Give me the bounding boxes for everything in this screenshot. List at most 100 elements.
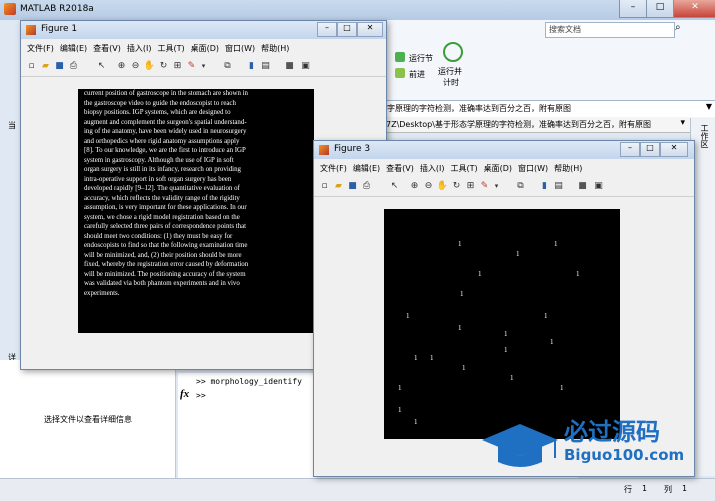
menu-window[interactable]: 窗口(W) xyxy=(518,163,548,174)
run-section-button[interactable]: 运行节 xyxy=(409,53,433,64)
search-icon[interactable]: ⌕ xyxy=(675,22,681,33)
figure1-titlebar[interactable]: Figure 1 – □ ✕ xyxy=(21,21,386,39)
zoom-out-icon[interactable]: ⊖ xyxy=(422,180,435,193)
link-plot-icon[interactable]: ⧉ xyxy=(221,60,234,73)
menu-file[interactable]: 文件(F) xyxy=(320,163,347,174)
print-icon[interactable]: ⎙ xyxy=(67,60,80,73)
pan-icon[interactable]: ✋ xyxy=(143,60,156,73)
dropdown-icon[interactable]: ▾ xyxy=(680,118,685,128)
paper-text-line: carefully selected three pairs of corres… xyxy=(84,223,247,230)
function-browser-icon[interactable]: fx xyxy=(180,388,189,400)
menu-desktop[interactable]: 桌面(D) xyxy=(484,163,512,174)
figure-icon xyxy=(319,145,329,155)
maximize-button[interactable]: □ xyxy=(640,142,660,157)
morphology-result-image: 1 1 1 1 1 1 1 1 1 1 1 1 1 1 1 1 1 1 1 1 xyxy=(384,209,620,439)
chevron-down-icon[interactable]: ▼ xyxy=(706,102,712,111)
legend-icon[interactable]: ▤ xyxy=(552,180,565,193)
menu-help[interactable]: 帮助(H) xyxy=(554,163,582,174)
zoom-in-icon[interactable]: ⊕ xyxy=(115,60,128,73)
save-icon[interactable]: ■ xyxy=(346,180,359,193)
advance-icon xyxy=(395,68,405,78)
watermark-url: Biguo100.com xyxy=(564,446,684,464)
detected-mark: 1 xyxy=(414,418,418,426)
brush-dropdown-icon[interactable]: ▾ xyxy=(197,60,210,73)
menu-edit[interactable]: 编辑(E) xyxy=(353,163,380,174)
menu-tools[interactable]: 工具(T) xyxy=(450,163,477,174)
new-figure-icon[interactable]: ▫ xyxy=(25,60,38,73)
run-and-time-button-line1[interactable]: 运行并 xyxy=(438,66,462,77)
print-icon[interactable]: ⎙ xyxy=(360,180,373,193)
show-plot-tools-icon[interactable]: ▣ xyxy=(592,180,605,193)
menu-edit[interactable]: 编辑(E) xyxy=(60,43,87,54)
matlab-logo-icon xyxy=(4,3,16,15)
data-cursor-icon[interactable]: ⊞ xyxy=(171,60,184,73)
detected-mark: 1 xyxy=(504,346,508,354)
minimize-button[interactable]: – xyxy=(317,22,337,37)
maximize-button[interactable]: □ xyxy=(337,22,357,37)
zoom-out-icon[interactable]: ⊖ xyxy=(129,60,142,73)
legend-icon[interactable]: ▤ xyxy=(259,60,272,73)
menu-window[interactable]: 窗口(W) xyxy=(225,43,255,54)
minimize-button[interactable]: – xyxy=(620,142,640,157)
detected-mark: 1 xyxy=(398,384,402,392)
current-folder-dropdown[interactable]: 字原理的字符检测，准确率达到百分之百，附有原图 ▼ xyxy=(383,100,715,118)
hide-plot-tools-icon[interactable]: ■ xyxy=(576,180,589,193)
status-bar: 行 1 列 1 xyxy=(0,478,715,501)
pan-icon[interactable]: ✋ xyxy=(436,180,449,193)
menu-file[interactable]: 文件(F) xyxy=(27,43,54,54)
status-row-label: 行 xyxy=(624,485,632,494)
folder-path-text: 7Z\Desktop\基于形态学原理的字符检测，准确率达到百分之百，附有原图 xyxy=(386,120,651,129)
current-folder-text: 字原理的字符检测，准确率达到百分之百，附有原图 xyxy=(387,104,571,113)
detected-mark: 1 xyxy=(398,406,402,414)
figure3-titlebar[interactable]: Figure 3 – □ ✕ xyxy=(314,141,694,159)
graduation-cap-icon xyxy=(482,424,558,456)
menu-tools[interactable]: 工具(T) xyxy=(157,43,184,54)
search-input[interactable]: 搜索文档 xyxy=(545,22,675,38)
paper-text-line: was validated via both phantom experimen… xyxy=(84,280,240,287)
open-file-icon[interactable]: ▰ xyxy=(39,60,52,73)
detected-mark: 1 xyxy=(462,364,466,372)
zoom-in-icon[interactable]: ⊕ xyxy=(408,180,421,193)
data-cursor-icon[interactable]: ⊞ xyxy=(464,180,477,193)
close-button[interactable]: ✕ xyxy=(673,0,715,18)
colorbar-icon[interactable]: ▮ xyxy=(245,60,258,73)
paper-text-line: accuracy, which reflects the validity ra… xyxy=(84,194,240,202)
rotate-icon[interactable]: ↻ xyxy=(157,60,170,73)
link-plot-icon[interactable]: ⧉ xyxy=(514,180,527,193)
workspace-tab[interactable]: 工作区 xyxy=(699,124,710,148)
paper-text-line: and orthopedics where rigid anatomy assu… xyxy=(84,137,240,145)
command-history-line: >> morphology_identify xyxy=(196,377,302,386)
paper-text-line: assumption, is very important for these … xyxy=(84,204,247,211)
hide-plot-tools-icon[interactable]: ■ xyxy=(283,60,296,73)
run-section-icon xyxy=(395,52,405,62)
close-button[interactable]: ✕ xyxy=(660,142,688,157)
figure-icon xyxy=(26,25,36,35)
new-figure-icon[interactable]: ▫ xyxy=(318,180,331,193)
open-file-icon[interactable]: ▰ xyxy=(332,180,345,193)
menu-view[interactable]: 查看(V) xyxy=(93,43,121,54)
detected-mark: 1 xyxy=(550,338,554,346)
advance-button[interactable]: 前进 xyxy=(409,69,425,80)
menu-insert[interactable]: 插入(I) xyxy=(127,43,152,54)
minimize-button[interactable]: – xyxy=(619,0,647,18)
colorbar-icon[interactable]: ▮ xyxy=(538,180,551,193)
menu-insert[interactable]: 插入(I) xyxy=(420,163,445,174)
run-and-time-button-line2[interactable]: 计时 xyxy=(443,77,459,88)
menu-desktop[interactable]: 桌面(D) xyxy=(191,43,219,54)
brush-dropdown-icon[interactable]: ▾ xyxy=(490,180,503,193)
paper-text-line: endoscopists to find so that the followi… xyxy=(84,242,248,249)
rotate-icon[interactable]: ↻ xyxy=(450,180,463,193)
close-button[interactable]: ✕ xyxy=(357,22,383,37)
pointer-icon[interactable]: ↖ xyxy=(388,180,401,193)
figure1-toolbar: ▫ ▰ ■ ⎙ ↖ ⊕ ⊖ ✋ ↻ ⊞ ✎ ▾ ⧉ ▮ ▤ ■ ▣ xyxy=(21,58,386,77)
paper-text-line: developed rapidly [9–12]. The quantitati… xyxy=(84,185,240,192)
menu-help[interactable]: 帮助(H) xyxy=(261,43,289,54)
maximize-button[interactable]: □ xyxy=(646,0,674,18)
menu-view[interactable]: 查看(V) xyxy=(386,163,414,174)
detected-mark: 1 xyxy=(516,250,520,258)
save-icon[interactable]: ■ xyxy=(53,60,66,73)
matlab-titlebar: MATLAB R2018a – □ ✕ xyxy=(0,0,715,20)
figure3-title: Figure 3 xyxy=(334,144,371,154)
show-plot-tools-icon[interactable]: ▣ xyxy=(299,60,312,73)
pointer-icon[interactable]: ↖ xyxy=(95,60,108,73)
